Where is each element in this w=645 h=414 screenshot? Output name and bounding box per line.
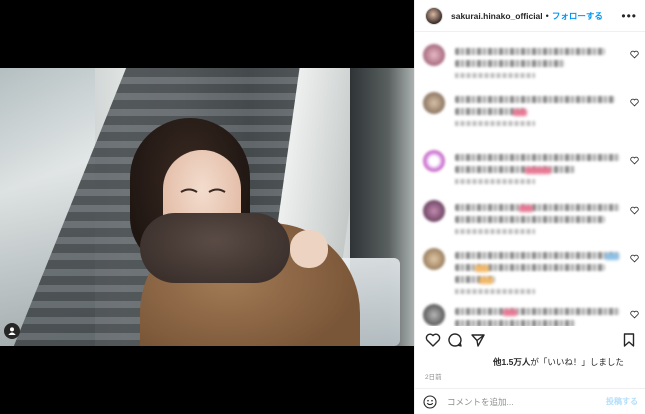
- comment-text-redacted: [455, 96, 623, 126]
- smiley-icon[interactable]: [423, 394, 437, 409]
- comment-avatar[interactable]: [423, 150, 445, 172]
- comment-avatar[interactable]: [423, 304, 445, 326]
- comment-text-redacted: [455, 204, 623, 234]
- username-link[interactable]: sakurai.hinako_official: [451, 11, 543, 21]
- heart-icon[interactable]: [630, 50, 639, 59]
- comment-input[interactable]: [447, 396, 597, 407]
- comment-text-redacted: [455, 154, 623, 184]
- heart-icon[interactable]: [630, 156, 639, 165]
- follow-button[interactable]: フォローする: [552, 10, 603, 22]
- user-tag-button[interactable]: [4, 323, 20, 339]
- comment-avatar[interactable]: [423, 248, 445, 270]
- user-tag-icon: [8, 327, 16, 335]
- post-media[interactable]: [0, 0, 414, 414]
- post-header: sakurai.hinako_official • フォローする •••: [415, 0, 645, 32]
- comment-list[interactable]: [415, 34, 645, 326]
- heart-icon[interactable]: [630, 254, 639, 263]
- add-comment-bar: 投稿する: [415, 388, 645, 414]
- avatar[interactable]: [425, 6, 443, 25]
- comment-text-redacted: [455, 308, 623, 326]
- post-action-bar: [415, 332, 645, 352]
- post-photo[interactable]: [0, 68, 414, 346]
- paper-plane-icon[interactable]: [470, 332, 486, 348]
- heart-icon[interactable]: [630, 98, 639, 107]
- post-side-panel: sakurai.hinako_official • フォローする ••• 他1.…: [414, 0, 645, 414]
- bookmark-icon[interactable]: [621, 332, 637, 348]
- comment-avatar[interactable]: [423, 92, 445, 114]
- more-options-button[interactable]: •••: [621, 9, 637, 23]
- comment-avatar[interactable]: [423, 200, 445, 222]
- likes-suffix: が「いいね！」しました: [530, 357, 624, 367]
- likes-count-link[interactable]: 他1.5万人: [493, 357, 530, 367]
- comment-icon[interactable]: [447, 332, 463, 348]
- heart-icon[interactable]: [425, 332, 441, 348]
- post-timestamp[interactable]: 2日前: [425, 371, 442, 381]
- likes-summary: 他1.5万人が「いいね！」しました: [493, 356, 624, 368]
- photo-hand: [290, 230, 328, 268]
- heart-icon[interactable]: [630, 206, 639, 215]
- photo-scarf: [140, 213, 290, 283]
- comment-text-redacted: [455, 48, 623, 78]
- comment-text-redacted: [455, 252, 623, 294]
- comment-avatar[interactable]: [423, 44, 445, 66]
- post-comment-button[interactable]: 投稿する: [606, 396, 638, 407]
- header-separator: •: [545, 10, 549, 21]
- heart-icon[interactable]: [630, 310, 639, 319]
